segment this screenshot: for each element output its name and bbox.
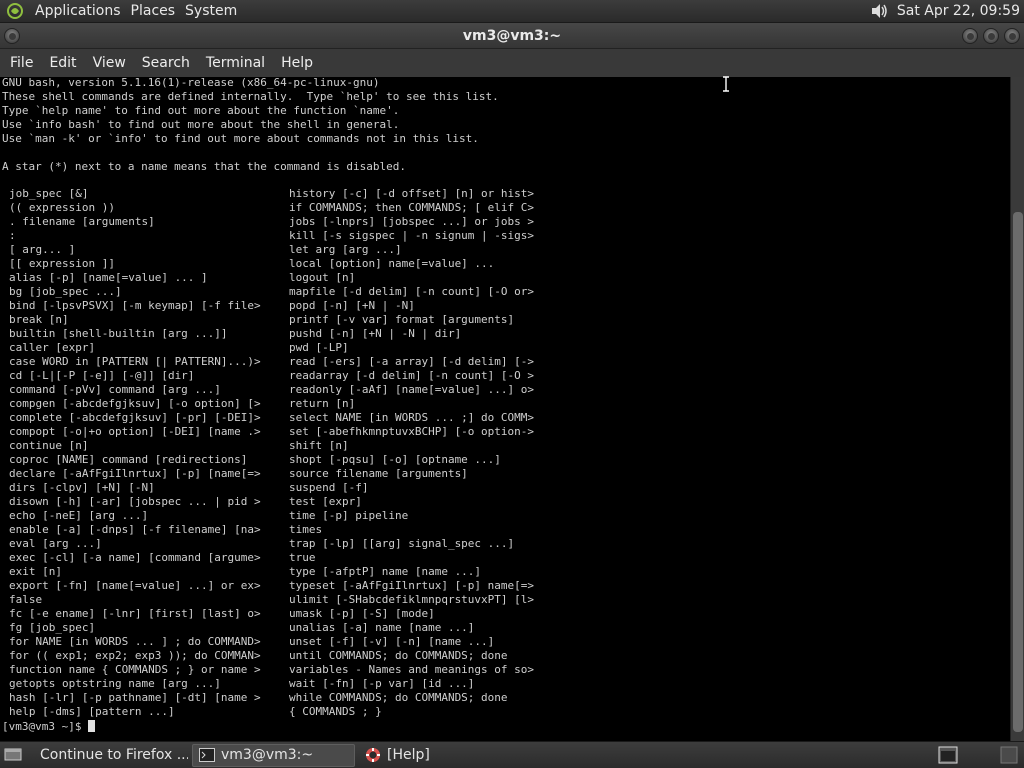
task-terminal[interactable]: vm3@vm3:~ <box>192 743 355 767</box>
clock[interactable]: Sat Apr 22, 09:59 <box>897 3 1024 19</box>
window-titlebar[interactable]: vm3@vm3:~ <box>0 23 1024 49</box>
builtins-left-column: job_spec [&] (( expression )) . filename… <box>9 187 261 718</box>
menu-terminal[interactable]: Terminal <box>198 49 273 77</box>
window-menu-button[interactable] <box>4 28 20 44</box>
menu-file[interactable]: File <box>2 49 41 77</box>
menu-view[interactable]: View <box>85 49 134 77</box>
bottom-taskbar: Continue to Firefox ... vm3@vm3:~ [Help] <box>0 741 1024 768</box>
terminal-scrollbar[interactable] <box>1010 77 1024 741</box>
builtins-right-column: history [-c] [-d offset] [n] or hist> if… <box>289 187 535 718</box>
top-panel: Applications Places System Sat Apr 22, 0… <box>0 0 1024 23</box>
distro-logo-icon[interactable] <box>0 0 30 23</box>
tray-terminal-icon[interactable] <box>938 746 958 764</box>
terminal-output[interactable]: GNU bash, version 5.1.16(1)-release (x86… <box>0 77 1010 741</box>
places-menu[interactable]: Places <box>126 0 181 23</box>
minimize-button[interactable] <box>962 28 978 44</box>
volume-icon[interactable] <box>867 0 891 23</box>
menu-edit[interactable]: Edit <box>41 49 84 77</box>
task-help[interactable]: [Help] <box>359 744 519 767</box>
applications-menu[interactable]: Applications <box>30 0 126 23</box>
maximize-button[interactable] <box>983 28 999 44</box>
task-label: [Help] <box>387 747 430 763</box>
terminal-menubar: File Edit View Search Terminal Help <box>0 49 1024 77</box>
task-label: Continue to Firefox ... <box>40 747 188 763</box>
menu-search[interactable]: Search <box>134 49 198 77</box>
scrollbar-thumb[interactable] <box>1013 212 1023 732</box>
terminal-icon <box>199 748 215 762</box>
system-menu[interactable]: System <box>180 0 242 23</box>
show-desktop-icon[interactable] <box>2 745 24 765</box>
task-label: vm3@vm3:~ <box>221 747 314 763</box>
help-lifebuoy-icon <box>366 748 380 762</box>
help-intro-text: GNU bash, version 5.1.16(1)-release (x86… <box>2 77 499 173</box>
close-button[interactable] <box>1004 28 1020 44</box>
task-firefox[interactable]: Continue to Firefox ... <box>28 744 188 767</box>
shell-prompt: [vm3@vm3 ~]$ <box>2 720 89 733</box>
menu-help[interactable]: Help <box>273 49 321 77</box>
tray-workspace-icon[interactable] <box>1000 746 1018 764</box>
window-title: vm3@vm3:~ <box>462 27 562 44</box>
text-cursor <box>88 720 96 732</box>
ibeam-cursor-icon <box>723 76 729 92</box>
shell-prompt-line[interactable]: [vm3@vm3 ~]$ <box>2 720 96 734</box>
